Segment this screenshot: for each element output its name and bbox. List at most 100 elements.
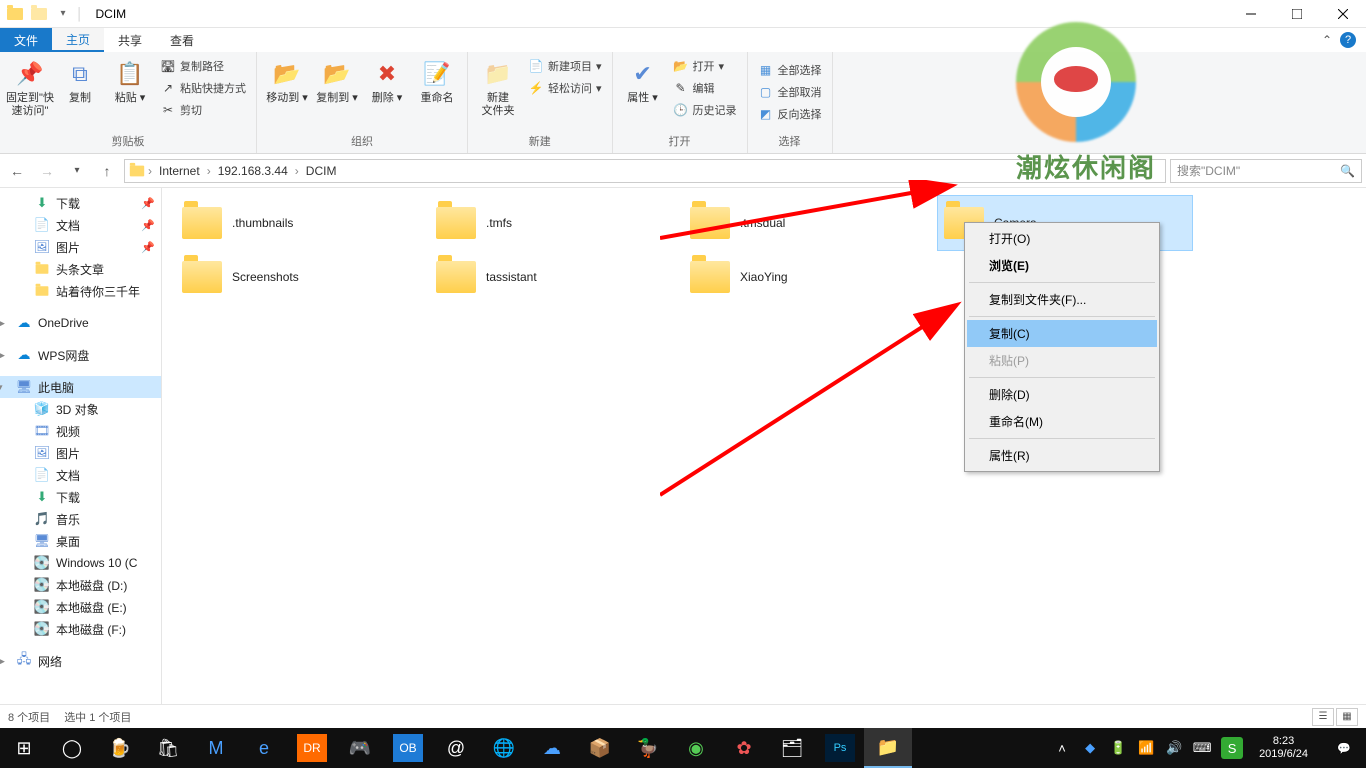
ctx-browse[interactable]: 浏览(E) <box>967 252 1157 279</box>
taskbar-app[interactable]: DR <box>297 734 327 762</box>
tray-icon[interactable]: S <box>1221 737 1243 759</box>
collapse-icon[interactable]: ▾ <box>0 382 3 393</box>
taskbar-app[interactable]: 🎮 <box>336 728 384 768</box>
tray-expand-icon[interactable]: ˄ <box>1053 739 1071 757</box>
nav-documents[interactable]: 📄文档 <box>0 464 161 486</box>
taskbar-app[interactable]: ☁ <box>528 728 576 768</box>
ribbon-collapse-icon[interactable]: ⌃ <box>1322 33 1332 47</box>
tab-share[interactable]: 共享 <box>104 28 156 52</box>
folder-item[interactable]: XiaoYing <box>684 250 938 304</box>
close-button[interactable] <box>1320 0 1366 28</box>
paste-button[interactable]: 📋粘贴 ▾ <box>106 54 154 105</box>
taskbar-app[interactable]: 📦 <box>576 728 624 768</box>
nav-wps[interactable]: ▶☁WPS网盘 <box>0 344 161 366</box>
properties-button[interactable]: ✔属性 ▾ <box>619 54 667 105</box>
folder-item[interactable]: tassistant <box>430 250 684 304</box>
ctx-open[interactable]: 打开(O) <box>967 225 1157 252</box>
qat-item[interactable] <box>28 3 50 25</box>
tray-wifi-icon[interactable]: 📶 <box>1137 739 1155 757</box>
view-icons-button[interactable]: ▦ <box>1336 708 1358 726</box>
expand-icon[interactable]: ▶ <box>0 656 5 667</box>
nav-drive-c[interactable]: 💽Windows 10 (C <box>0 552 161 574</box>
folder-item[interactable]: Screenshots <box>176 250 430 304</box>
taskbar-app[interactable]: ◉ <box>672 728 720 768</box>
tray-clock[interactable]: 8:232019/6/24 <box>1253 735 1314 761</box>
taskbar-app[interactable]: ✿ <box>720 728 768 768</box>
taskbar-app[interactable]: 🦆 <box>624 728 672 768</box>
maximize-button[interactable] <box>1274 0 1320 28</box>
copy-path-button[interactable]: 🛣复制路径 <box>156 56 250 76</box>
taskbar-explorer[interactable]: 📁 <box>864 728 912 768</box>
cut-button[interactable]: ✂剪切 <box>156 100 250 120</box>
taskbar-edge[interactable]: e <box>240 728 288 768</box>
help-icon[interactable]: ? <box>1340 32 1356 48</box>
rename-button[interactable]: 📝重命名 <box>413 54 461 105</box>
folder-item[interactable]: .tmsdual <box>684 196 938 250</box>
expand-icon[interactable]: ▶ <box>0 318 5 329</box>
copy-button[interactable]: ⧉复制 <box>56 54 104 105</box>
nav-drive-d[interactable]: 💽本地磁盘 (D:) <box>0 574 161 596</box>
nav-music[interactable]: 🎵音乐 <box>0 508 161 530</box>
tray-ime-icon[interactable]: ⌨ <box>1193 739 1211 757</box>
moveto-button[interactable]: 📂移动到 ▾ <box>263 54 311 105</box>
taskbar-app[interactable]: @ <box>432 728 480 768</box>
tab-home[interactable]: 主页 <box>52 28 104 52</box>
start-button[interactable]: ⊞ <box>0 728 48 768</box>
tab-file[interactable]: 文件 <box>0 28 52 52</box>
selectnone-button[interactable]: ▢全部取消 <box>754 82 826 102</box>
action-center-button[interactable]: 💬 <box>1324 728 1364 768</box>
taskbar-app[interactable]: 🛍 <box>144 728 192 768</box>
open-button[interactable]: 📂打开 ▾ <box>669 56 741 76</box>
ctx-rename[interactable]: 重命名(M) <box>967 408 1157 435</box>
nav-downloads[interactable]: ⬇下载 <box>0 486 161 508</box>
selectall-button[interactable]: ▦全部选择 <box>754 60 826 80</box>
copyto-button[interactable]: 📂复制到 ▾ <box>313 54 361 105</box>
search-input[interactable]: 搜索"DCIM" 🔍 <box>1170 159 1362 183</box>
nav-drive-e[interactable]: 💽本地磁盘 (E:) <box>0 596 161 618</box>
ctx-properties[interactable]: 属性(R) <box>967 442 1157 469</box>
navigation-pane[interactable]: ⬇下载📌 📄文档📌 🖼图片📌 头条文章 站着待你三千年 ▶☁OneDrive ▶… <box>0 188 162 704</box>
up-button[interactable]: ↑ <box>94 158 120 184</box>
nav-desktop[interactable]: 🖥桌面 <box>0 530 161 552</box>
history-button[interactable]: 🕒历史记录 <box>669 100 741 120</box>
invertselection-button[interactable]: ◩反向选择 <box>754 104 826 124</box>
breadcrumb-item[interactable]: 192.168.3.44 <box>214 164 292 178</box>
nav-pictures[interactable]: 🖼图片📌 <box>0 236 161 258</box>
nav-documents[interactable]: 📄文档📌 <box>0 214 161 236</box>
nav-thispc[interactable]: ▾🖥此电脑 <box>0 376 161 398</box>
nav-3dobjects[interactable]: 🧊3D 对象 <box>0 398 161 420</box>
forward-button[interactable]: → <box>34 158 60 184</box>
taskbar-app[interactable]: 🗂 <box>768 728 816 768</box>
ctx-delete[interactable]: 删除(D) <box>967 381 1157 408</box>
taskbar-photoshop[interactable]: Ps <box>825 734 855 762</box>
taskbar-app[interactable]: M <box>192 728 240 768</box>
pin-quickaccess-button[interactable]: 📌固定到"快速访问" <box>6 54 54 118</box>
nav-pictures[interactable]: 🖼图片 <box>0 442 161 464</box>
minimize-button[interactable] <box>1228 0 1274 28</box>
tray-icon[interactable]: ◆ <box>1081 739 1099 757</box>
taskbar-app[interactable]: 🍺 <box>96 728 144 768</box>
folder-item[interactable]: .thumbnails <box>176 196 430 250</box>
tray-volume-icon[interactable]: 🔊 <box>1165 739 1183 757</box>
delete-button[interactable]: ✖删除 ▾ <box>363 54 411 105</box>
nav-folder[interactable]: 头条文章 <box>0 258 161 280</box>
nav-folder[interactable]: 站着待你三千年 <box>0 280 161 302</box>
newfolder-button[interactable]: 📁新建文件夹 <box>474 54 522 118</box>
paste-shortcut-button[interactable]: ↗粘贴快捷方式 <box>156 78 250 98</box>
ctx-copytofolder[interactable]: 复制到文件夹(F)... <box>967 286 1157 313</box>
address-bar[interactable]: › Internet › 192.168.3.44 › DCIM <box>124 159 1166 183</box>
taskbar-chrome[interactable]: 🌐 <box>480 728 528 768</box>
easyaccess-button[interactable]: ⚡轻松访问 ▾ <box>524 78 606 98</box>
edit-button[interactable]: ✎编辑 <box>669 78 741 98</box>
nav-network[interactable]: ▶🖧网络 <box>0 650 161 672</box>
folder-item[interactable]: .tmfs <box>430 196 684 250</box>
taskbar-app[interactable]: OB <box>393 734 423 762</box>
view-details-button[interactable]: ☰ <box>1312 708 1334 726</box>
cortana-button[interactable]: ◯ <box>48 728 96 768</box>
tab-view[interactable]: 查看 <box>156 28 208 52</box>
recent-dropdown[interactable]: ▾ <box>64 158 90 184</box>
nav-videos[interactable]: 🎞视频 <box>0 420 161 442</box>
nav-downloads[interactable]: ⬇下载📌 <box>0 192 161 214</box>
breadcrumb-item[interactable]: DCIM <box>302 164 341 178</box>
nav-onedrive[interactable]: ▶☁OneDrive <box>0 312 161 334</box>
